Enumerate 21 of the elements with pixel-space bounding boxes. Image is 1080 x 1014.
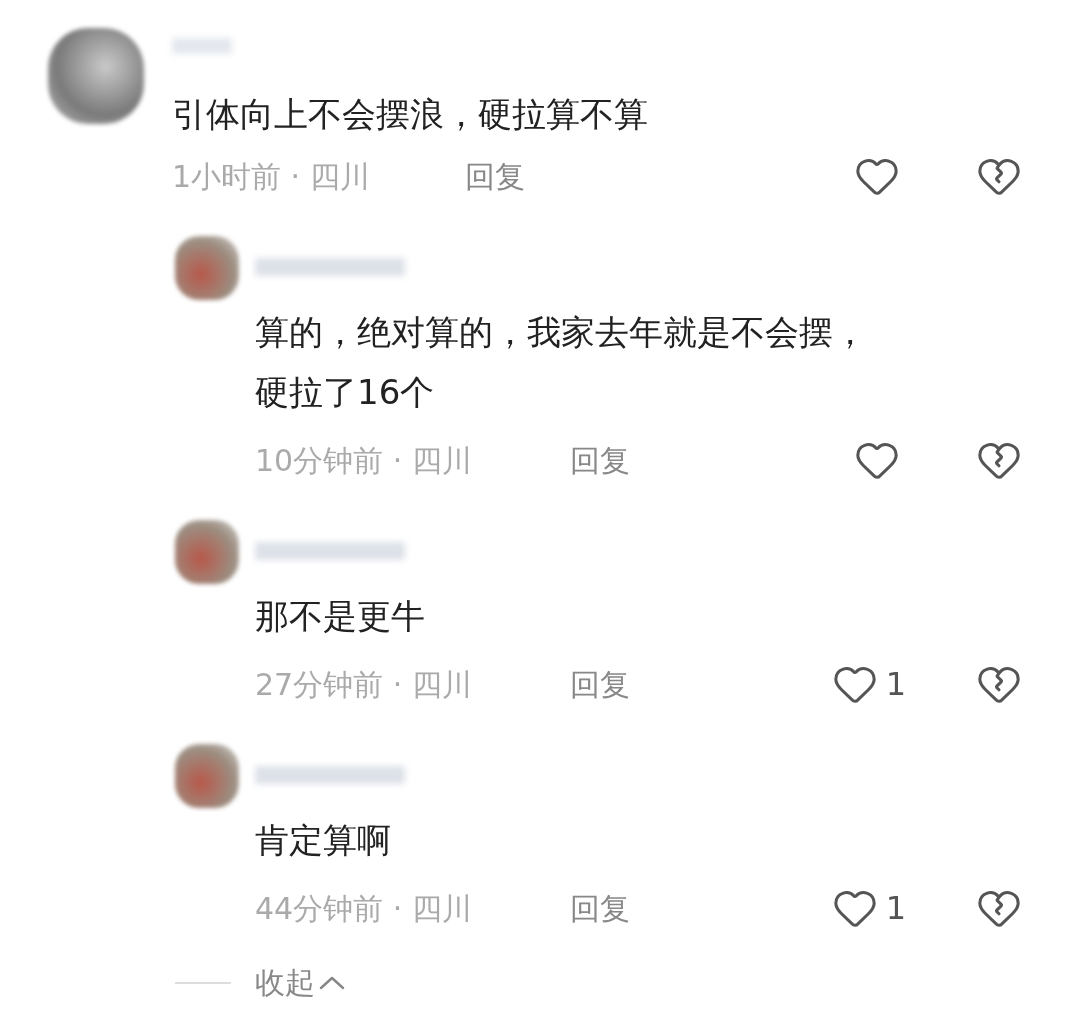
blurred-username bbox=[172, 38, 232, 54]
comment-meta: 1小时前 · 四川 bbox=[172, 157, 370, 196]
like-button[interactable]: 1 bbox=[831, 884, 906, 932]
like-button[interactable]: 1 bbox=[831, 660, 906, 708]
reply-text: 算的，绝对算的，我家去年就是不会摆，硬拉了16个 bbox=[255, 311, 868, 414]
reply-link[interactable]: 回复 bbox=[570, 661, 630, 707]
reply-link[interactable]: 回复 bbox=[570, 885, 630, 931]
collapse-button[interactable]: 收起 bbox=[255, 960, 345, 1005]
avatar[interactable] bbox=[48, 28, 144, 124]
comment-meta: 27分钟前 · 四川 bbox=[255, 665, 472, 704]
chevron-up-icon bbox=[319, 975, 345, 990]
avatar[interactable] bbox=[175, 520, 239, 584]
avatar[interactable] bbox=[175, 236, 239, 300]
reply-link[interactable]: 回复 bbox=[570, 437, 630, 483]
reply-link[interactable]: 回复 bbox=[465, 153, 525, 199]
comment-meta: 10分钟前 · 四川 bbox=[255, 441, 472, 480]
reply-text: 肯定算啊 bbox=[255, 819, 392, 862]
comment-text: 引体向上不会摆浪，硬拉算不算 bbox=[172, 93, 649, 136]
reply-text: 那不是更牛 bbox=[255, 595, 426, 638]
avatar[interactable] bbox=[175, 744, 239, 808]
comment-meta: 44分钟前 · 四川 bbox=[255, 889, 472, 928]
